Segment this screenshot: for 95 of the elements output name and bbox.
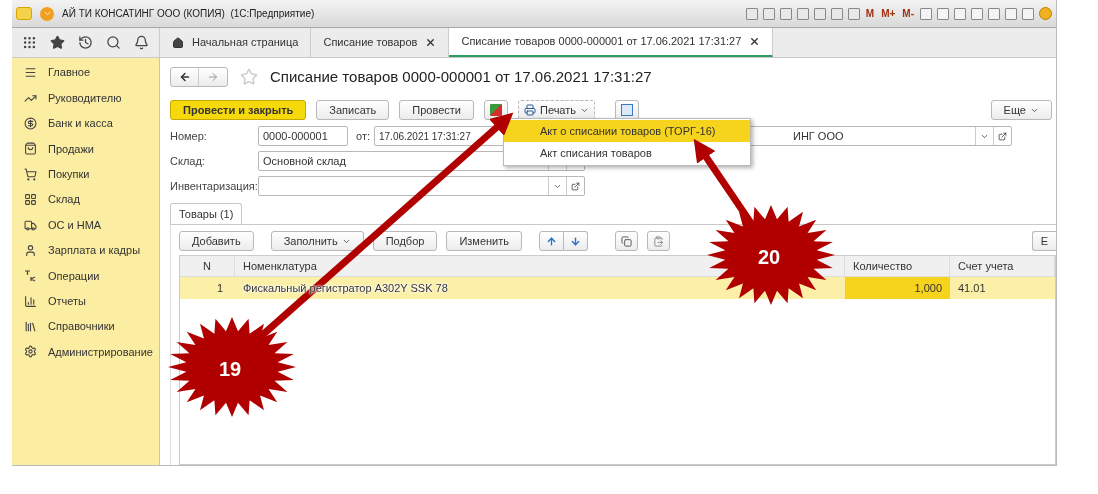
debit-credit-icon: [24, 269, 37, 282]
toolbar-icon[interactable]: [745, 7, 758, 20]
sidebar-item[interactable]: Администрирование: [12, 339, 159, 365]
nav-tab[interactable]: Начальная страница: [160, 28, 312, 57]
table-more-button[interactable]: Е: [1031, 231, 1056, 251]
close-icon[interactable]: [749, 36, 761, 47]
favorites-icon[interactable]: [50, 35, 66, 50]
paste-icon: [653, 235, 664, 247]
arrow-up-icon: [546, 235, 557, 247]
sidebar-item[interactable]: Руководителю: [12, 85, 159, 111]
copy-button[interactable]: [615, 231, 638, 251]
favorite-star-icon[interactable]: [240, 68, 258, 86]
cart-icon: [24, 167, 37, 181]
menu-icon[interactable]: [40, 6, 54, 21]
table-toolbar-button[interactable]: Добавить: [179, 231, 254, 251]
toolbar-icon[interactable]: [937, 7, 949, 20]
paste-button[interactable]: [647, 231, 670, 251]
toolbar-icon[interactable]: [1005, 7, 1017, 20]
column-header[interactable]: N: [180, 256, 235, 276]
sidebar-item[interactable]: Главное: [12, 60, 159, 86]
field-label: от:: [356, 128, 370, 144]
field-label: Склад:: [170, 153, 206, 169]
menu-item[interactable]: Акт о списании товаров (ТОРГ-16): [504, 120, 750, 142]
form-title: Списание товаров 0000-000001 от 17.06.2021 17:31:27: [270, 66, 652, 87]
arrow-right-icon: [207, 71, 219, 83]
structure-icon: [621, 104, 634, 116]
sidebar-item[interactable]: Покупки: [12, 161, 159, 187]
close-icon[interactable]: [425, 37, 437, 48]
table-cell: 1,000: [845, 277, 950, 299]
toolbar-icon[interactable]: [813, 7, 826, 20]
table-toolbar-button[interactable]: Подбор: [372, 231, 438, 251]
table-toolbar-button[interactable]: Заполнить: [270, 231, 364, 251]
table-toolbar-button[interactable]: Изменить: [446, 231, 522, 251]
sidebar-item[interactable]: ОС и НМА: [12, 212, 159, 238]
list-icon: [24, 66, 37, 80]
arrow-down-icon: [570, 235, 581, 247]
bell-icon[interactable]: [133, 35, 149, 50]
window-title: АЙ ТИ КОНСАТИНГ ООО (КОПИЯ) (1С:Предприятие): [62, 6, 315, 21]
app-logo-icon: [16, 7, 32, 20]
apps-icon[interactable]: [22, 35, 38, 50]
toolbar-button[interactable]: Провести: [399, 100, 474, 120]
sidebar-item[interactable]: Операции: [12, 263, 159, 289]
sidebar-item[interactable]: Банк и касса: [12, 110, 159, 137]
memory-button[interactable]: M-: [901, 6, 915, 21]
field-label: Номер:: [170, 128, 208, 144]
column-header[interactable]: Количество: [845, 256, 950, 276]
column-header[interactable]: Счет учета: [950, 256, 1055, 276]
arrow-left-icon: [178, 71, 191, 83]
toolbar-button[interactable]: Записать: [316, 100, 390, 120]
toolbar-icon[interactable]: [762, 7, 775, 20]
more-button[interactable]: Еще: [990, 100, 1052, 120]
toolbar-icon[interactable]: [796, 7, 809, 20]
memory-button[interactable]: M: [864, 6, 876, 21]
sidebar-item[interactable]: Зарплата и кадры: [12, 237, 159, 264]
debit-credit-icon: [490, 104, 502, 116]
move-up-button[interactable]: [539, 231, 564, 251]
section-tab[interactable]: Товары (1): [170, 203, 243, 224]
truck-icon: [24, 218, 37, 232]
debit-credit-button[interactable]: [484, 100, 508, 120]
books-icon: [24, 320, 37, 334]
toolbar-icon[interactable]: [971, 7, 983, 20]
toolbar-icon[interactable]: [1022, 7, 1034, 20]
printer-icon: [524, 104, 536, 116]
person-icon: [24, 243, 37, 257]
sidebar-item[interactable]: Продажи: [12, 136, 159, 162]
toolbar-icon[interactable]: [779, 7, 792, 20]
sidebar-item[interactable]: Справочники: [12, 313, 159, 340]
print-button[interactable]: Печать: [518, 100, 596, 120]
copy-icon: [621, 235, 632, 247]
history-icon[interactable]: [78, 35, 93, 50]
number-field[interactable]: 0000-000001: [258, 126, 348, 146]
post-and-close-button[interactable]: Провести и закрыть: [170, 100, 307, 120]
toolbar-icon[interactable]: [830, 7, 843, 20]
inventory-field[interactable]: [258, 176, 585, 196]
info-icon[interactable]: [1039, 7, 1052, 20]
table-cell-text: 1: [215, 280, 224, 296]
toolbar-icon[interactable]: [988, 7, 1000, 20]
move-down-button[interactable]: [564, 231, 588, 251]
toolbar-icon[interactable]: [847, 7, 860, 20]
toolbar-icon[interactable]: [954, 7, 966, 20]
table-cell-text: 41.01: [957, 280, 987, 296]
structure-button[interactable]: [615, 100, 640, 120]
nav-tab[interactable]: Списание товаров 0000-000001 от 17.06.2021 17:31:27: [449, 28, 774, 57]
sidebar-item[interactable]: Отчеты: [12, 288, 159, 314]
memory-button[interactable]: M+: [880, 6, 897, 21]
home-icon: [172, 36, 184, 49]
annotation-number: 19: [219, 357, 242, 382]
gear-icon: [24, 345, 37, 359]
grid-icon: [24, 193, 37, 207]
coin-icon: [24, 116, 37, 130]
bag-icon: [24, 142, 37, 156]
toolbar-icon[interactable]: [920, 7, 932, 20]
sidebar-item[interactable]: Склад: [12, 186, 159, 213]
search-icon[interactable]: [105, 35, 121, 50]
bar-chart-icon: [24, 294, 37, 308]
